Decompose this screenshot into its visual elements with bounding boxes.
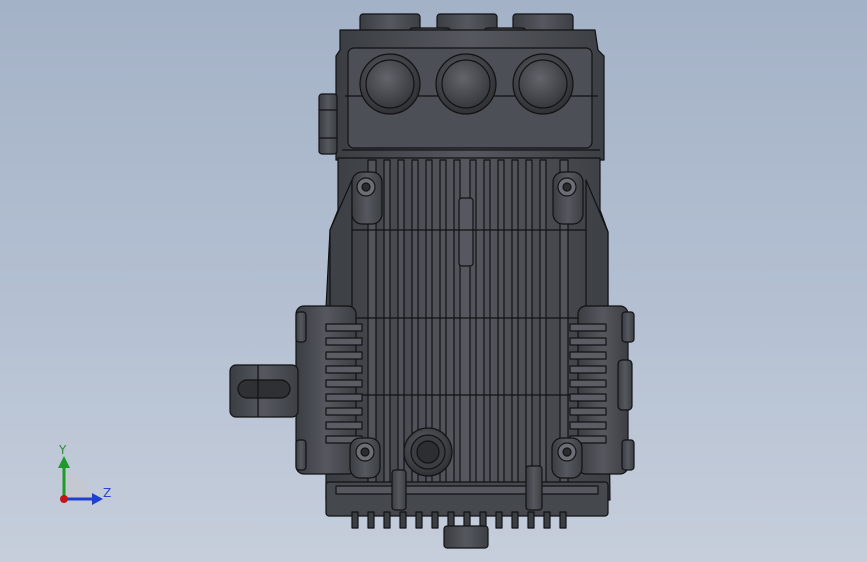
z-axis-arrow [92,493,103,505]
orientation-triad: Y Z [58,443,111,505]
y-axis-arrow [58,456,70,468]
cad-graphics-viewport[interactable]: Y Z [0,0,867,562]
x-axis-dot [60,495,68,503]
triad-plane-shade [64,471,92,499]
y-axis-label: Y [58,443,67,457]
z-axis-label: Z [103,486,111,500]
